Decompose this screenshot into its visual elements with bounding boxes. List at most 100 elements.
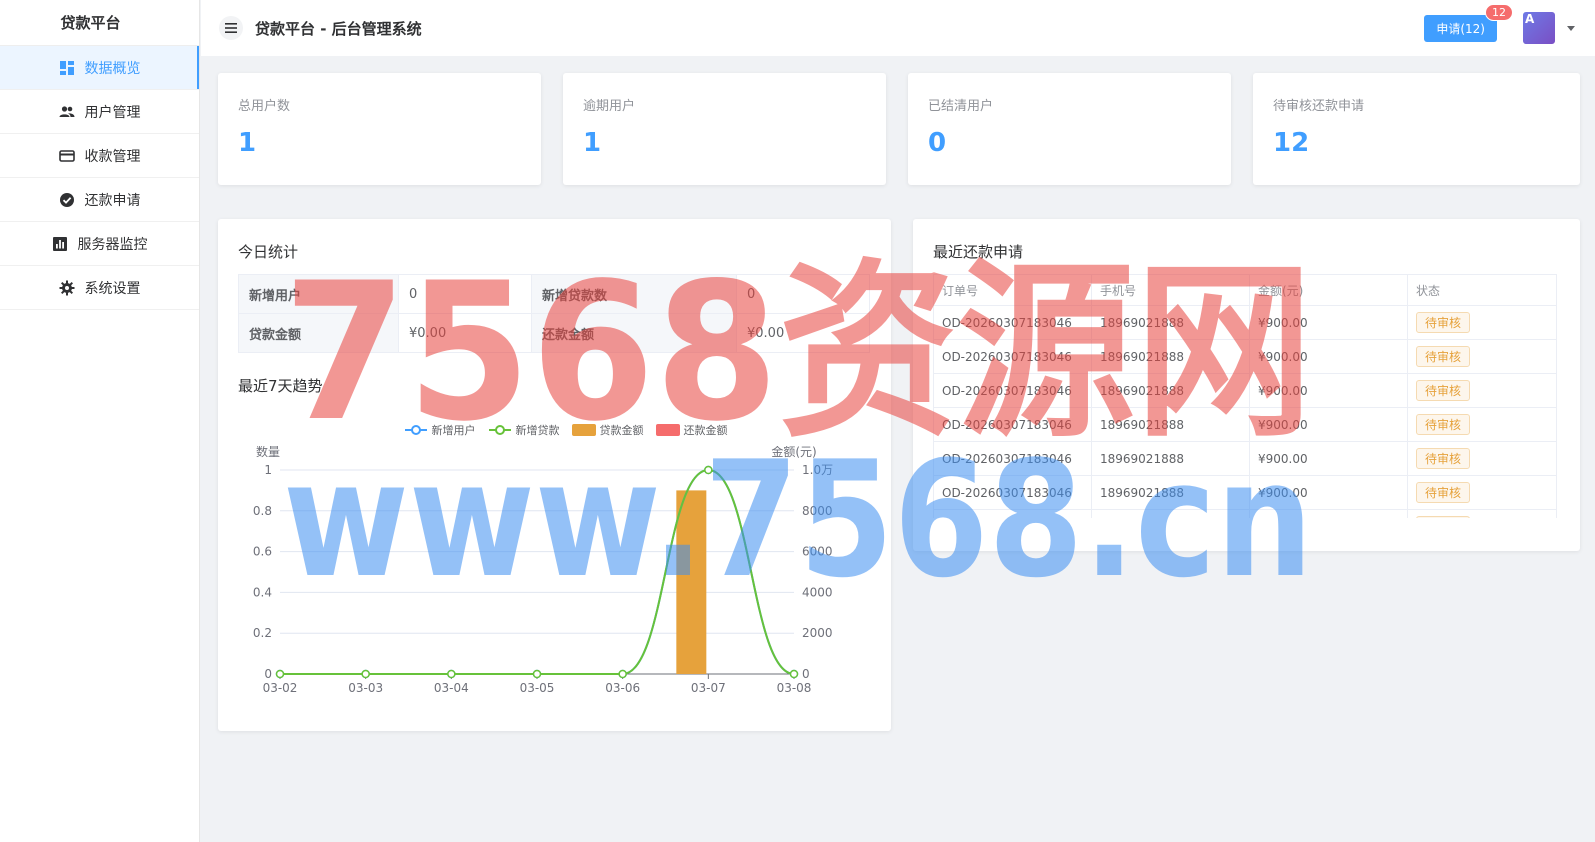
recent-repayments-table: 订单号 手机号 金额(元) 状态 OD-20260307183046 189690… (933, 274, 1557, 518)
cell-amount: ¥900.00 (1249, 509, 1408, 518)
y-tick-label: 0.6 (253, 545, 272, 559)
legend-label: 贷款金额 (599, 424, 644, 437)
y-tick-label: 0.4 (253, 585, 272, 599)
legend-item[interactable]: 新增贷款 (488, 422, 560, 438)
stat-value: ¥0.00 (736, 313, 870, 353)
status-badge[interactable]: 待审核 (1416, 482, 1471, 503)
recent-table-scroll[interactable]: 订单号 手机号 金额(元) 状态 OD-20260307183046 189690… (933, 262, 1560, 518)
y2-tick-label: 8000 (802, 504, 833, 518)
table-row[interactable]: OD-2026030718304618969021888¥900.00 待审核 (933, 407, 1557, 442)
cell-order: OD-20260307183046 (933, 509, 1092, 518)
column-header[interactable]: 金额(元) (1249, 274, 1408, 306)
cell-phone: 18969021888 (1091, 373, 1250, 408)
cell-phone: 18969021888 (1091, 475, 1250, 510)
stat-key: 贷款金额 (238, 313, 399, 353)
legend-item[interactable]: 新增用户 (404, 422, 476, 438)
cell-status: 待审核 (1407, 475, 1557, 510)
panel-title: 最近还款申请 (933, 243, 1024, 261)
today-stats-panel: 今日统计 新增用户 0 新增贷款数 0 贷款金额 ¥0.00 还款金额 ¥0.0… (218, 219, 891, 731)
today-stats-table: 新增用户 0 新增贷款数 0 贷款金额 ¥0.00 还款金额 ¥0.00 (238, 274, 870, 353)
sidebar-item-label: 收款管理 (84, 148, 141, 165)
applications-button-label: 申请(12) (1436, 21, 1485, 36)
cell-order: OD-20260307183046 (933, 475, 1092, 510)
data-point (275, 669, 285, 679)
sidebar-item-label: 系统设置 (84, 280, 141, 297)
stat-label: 总用户数 (238, 99, 291, 114)
bar-贷款金额 (676, 490, 707, 674)
status-badge[interactable]: 待审核 (1416, 380, 1471, 401)
series-line-新增用户 (280, 468, 795, 676)
users-icon (59, 104, 75, 120)
avatar: A (1523, 12, 1555, 44)
x-tick-label: 03-03 (348, 681, 383, 695)
table-row[interactable]: OD-2026030718304618969021888¥900.00 待审核 (933, 373, 1557, 408)
legend-label: 还款金额 (683, 424, 728, 437)
applications-button[interactable]: 申请(12) 12 (1424, 3, 1513, 42)
table-row[interactable]: OD-2026030718304618969021888¥900.00 待审核 (933, 339, 1557, 374)
table-row[interactable]: OD-2026030718304618969021888¥900.00 待审核 (933, 475, 1557, 510)
stat-value: 1 (238, 128, 257, 158)
sidebar-item-users[interactable]: 用户管理 (0, 90, 199, 134)
cell-phone: 18969021888 (1091, 339, 1250, 374)
legend-item[interactable]: 贷款金额 (571, 422, 644, 438)
table-row: 新增用户 0 新增贷款数 0 (238, 274, 870, 314)
data-point (447, 669, 456, 679)
cell-order: OD-20260307183046 (933, 441, 1092, 476)
cell-status: 待审核 (1407, 305, 1557, 340)
sidebar-item-repayments[interactable]: 还款申请 (0, 178, 199, 222)
stat-label: 已结清用户 (928, 99, 994, 114)
data-point (704, 465, 713, 475)
cell-status: 待审核 (1407, 339, 1557, 374)
y2-tick-label: 1.0万 (802, 463, 833, 477)
stat-card-overdue-users: 逾期用户 1 (563, 73, 886, 185)
stat-value: 12 (1273, 128, 1310, 158)
column-header[interactable]: 状态 (1407, 274, 1557, 306)
bar-chart-icon (52, 236, 68, 252)
stat-key: 新增贷款数 (531, 274, 737, 314)
stat-value: ¥0.00 (398, 313, 532, 353)
column-header[interactable]: 订单号 (933, 274, 1092, 306)
y2-axis-title: 金额(元) (771, 446, 816, 459)
sidebar-item-settings[interactable]: 系统设置 (0, 266, 199, 310)
table-row[interactable]: OD-2026030718304618969021888¥900.00 待审核 (933, 441, 1557, 476)
y2-tick-label: 6000 (802, 545, 833, 559)
table-row[interactable]: OD-2026030718304618969021888¥900.00 待审核 (933, 509, 1557, 518)
series-line-新增贷款 (280, 468, 795, 676)
legend-item[interactable]: 还款金额 (655, 422, 728, 438)
y2-tick-label: 0 (802, 667, 810, 681)
cell-amount: ¥900.00 (1249, 305, 1408, 340)
table-row[interactable]: OD-2026030718304618969021888¥900.00 待审核 (933, 305, 1557, 340)
cell-order: OD-20260307183046 (933, 339, 1092, 374)
x-tick-label: 03-08 (777, 681, 812, 695)
stat-card-total-users: 总用户数 1 (218, 73, 541, 185)
status-badge[interactable]: 待审核 (1416, 448, 1471, 469)
menu-toggle-button[interactable] (219, 16, 243, 40)
cell-amount: ¥900.00 (1249, 373, 1408, 408)
status-badge[interactable]: 待审核 (1416, 414, 1471, 435)
stat-label: 待审核还款申请 (1273, 99, 1365, 114)
cell-phone: 18969021888 (1091, 407, 1250, 442)
cell-order: OD-20260307183046 (933, 305, 1092, 340)
cell-amount: ¥900.00 (1249, 475, 1408, 510)
status-badge[interactable]: 待审核 (1416, 346, 1471, 367)
table-header-row: 订单号 手机号 金额(元) 状态 (933, 274, 1557, 306)
cell-phone: 18969021888 (1091, 509, 1250, 518)
y-axis-title: 数量 (256, 446, 280, 459)
cell-amount: ¥900.00 (1249, 339, 1408, 374)
legend-line-marker (404, 425, 427, 435)
status-badge[interactable]: 待审核 (1416, 312, 1471, 333)
top-header: 贷款平台 - 后台管理系统 申请(12) 12 A (201, 0, 1595, 56)
stat-card-settled-users: 已结清用户 0 (908, 73, 1231, 185)
sidebar-item-label: 用户管理 (84, 104, 141, 121)
column-header[interactable]: 手机号 (1091, 274, 1250, 306)
user-menu[interactable]: A (1523, 12, 1575, 44)
sidebar-item-payments[interactable]: 收款管理 (0, 134, 199, 178)
sidebar-item-server-monitor[interactable]: 服务器监控 (0, 222, 199, 266)
gear-icon (59, 280, 75, 296)
data-point (789, 669, 799, 679)
recent-repayments-panel: 最近还款申请 订单号 手机号 金额(元) 状态 OD-2026030718304… (913, 219, 1580, 551)
status-badge[interactable]: 待审核 (1416, 516, 1471, 518)
sidebar-item-dashboard[interactable]: 数据概览 (0, 46, 199, 90)
stat-key: 新增用户 (238, 274, 399, 314)
hamburger-icon (225, 23, 237, 33)
